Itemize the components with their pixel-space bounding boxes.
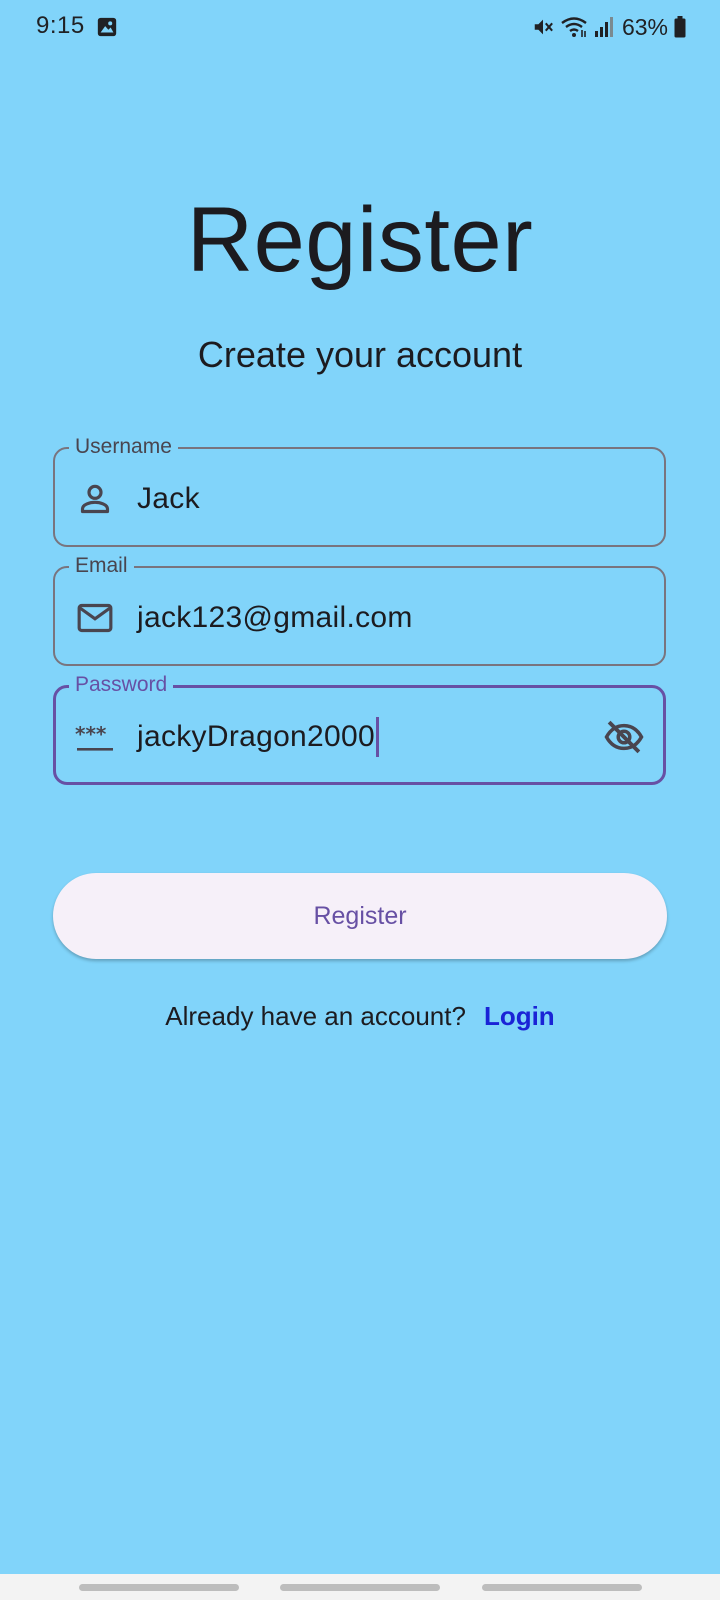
password-field[interactable]: Password *** jackyDragon2000 [53, 671, 666, 785]
password-input[interactable]: jackyDragon2000 [137, 717, 379, 757]
status-icons: 63% [532, 12, 686, 42]
page-title: Register [186, 189, 534, 291]
navigation-bar [0, 1574, 720, 1600]
text-caret [375, 717, 379, 757]
login-prompt-text: Already have an account? [165, 1001, 466, 1031]
visibility-off-icon[interactable] [603, 716, 645, 758]
status-bar: 9:15 63% [0, 0, 720, 56]
person-icon [80, 484, 110, 514]
login-link[interactable]: Login [484, 1001, 555, 1031]
register-button[interactable]: Register [53, 873, 667, 959]
wifi-icon [561, 17, 587, 37]
email-field[interactable]: Email jack123@gmail.com [53, 552, 666, 666]
username-field[interactable]: Username Jack [53, 433, 666, 547]
login-prompt: Already have an account? Login [0, 1001, 720, 1032]
password-label: Password [69, 671, 174, 699]
nav-back-handle[interactable] [482, 1584, 642, 1591]
battery-icon [674, 16, 686, 38]
battery-percent: 63% [621, 13, 668, 40]
image-icon [97, 17, 117, 37]
svg-text:***: *** [75, 722, 107, 746]
page-subtitle: Create your account [197, 334, 523, 375]
password-icon: *** [75, 722, 113, 751]
email-input[interactable]: jack123@gmail.com [137, 598, 413, 638]
email-label: Email [69, 552, 134, 580]
mail-icon [77, 603, 113, 633]
nav-home-handle[interactable] [280, 1584, 440, 1591]
mute-icon [534, 19, 553, 35]
username-label: Username [69, 433, 178, 461]
nav-recents-handle[interactable] [79, 1584, 239, 1591]
username-input[interactable]: Jack [137, 479, 200, 519]
status-time: 9:15 [36, 12, 85, 39]
signal-icon [594, 17, 613, 37]
